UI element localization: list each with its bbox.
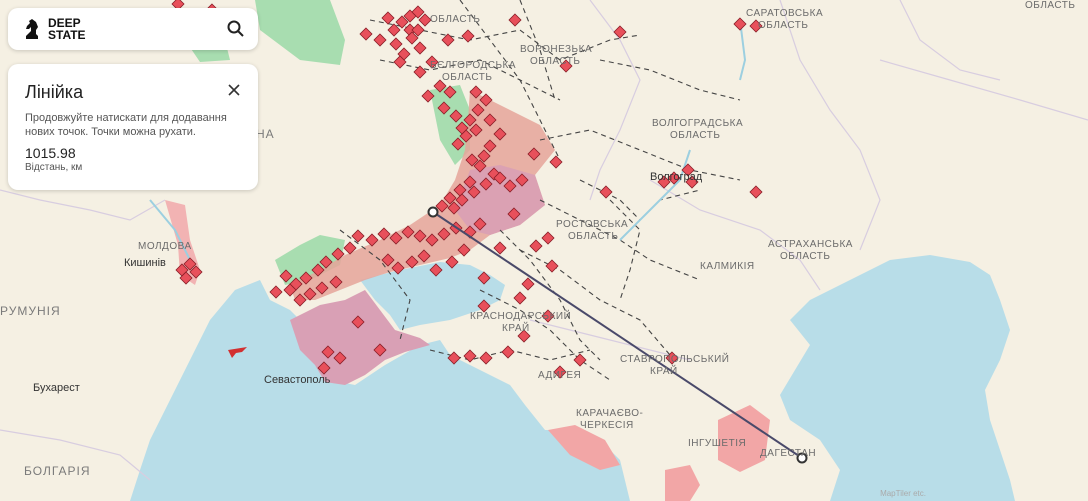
chess-knight-logo-icon xyxy=(26,19,38,39)
svg-text:ОБЛАСТЬ: ОБЛАСТЬ xyxy=(568,231,618,242)
svg-text:ОБЛАСТЬ: ОБЛАСТЬ xyxy=(530,56,580,67)
svg-text:КРАСНОДАРСЬКИЙ: КРАСНОДАРСЬКИЙ xyxy=(470,309,571,322)
svg-text:БЄЛГОРОДСЬКА: БЄЛГОРОДСЬКА xyxy=(430,60,516,71)
app-logo[interactable]: DEEP STATE xyxy=(48,17,86,41)
header-panel: DEEP STATE xyxy=(8,8,258,50)
svg-text:КРАЙ: КРАЙ xyxy=(502,321,530,334)
svg-text:МОЛДОВА: МОЛДОВА xyxy=(138,241,192,252)
svg-text:ОБЛАСТЬ: ОБЛАСТЬ xyxy=(442,72,492,83)
svg-text:ОБЛАСТЬ: ОБЛАСТЬ xyxy=(670,130,720,141)
ruler-panel: Лінійка Продовжуйте натискати для додава… xyxy=(8,64,258,190)
svg-text:НА: НА xyxy=(256,127,275,141)
svg-text:Кишинів: Кишинів xyxy=(124,257,166,269)
svg-text:КАЛМИКІЯ: КАЛМИКІЯ xyxy=(700,261,755,272)
ruler-distance-label: Відстань, км xyxy=(25,162,83,173)
svg-text:ВОЛГОГРАДСЬКА: ВОЛГОГРАДСЬКА xyxy=(652,118,743,129)
search-icon[interactable] xyxy=(226,19,246,39)
ruler-distance-value: 1015.98 xyxy=(25,145,76,161)
svg-text:КАРАЧАЄВО-: КАРАЧАЄВО- xyxy=(576,408,643,419)
map-attribution[interactable]: MapTiler etc. xyxy=(880,489,926,498)
svg-text:ЧЕРКЕСІЯ: ЧЕРКЕСІЯ xyxy=(580,420,634,431)
svg-text:РУМУНІЯ: РУМУНІЯ xyxy=(0,304,61,318)
svg-text:Бухарест: Бухарест xyxy=(33,382,80,394)
ruler-hint: Продовжуйте натискати для додавання нови… xyxy=(25,112,227,138)
svg-text:ДАГЕСТАН: ДАГЕСТАН xyxy=(760,448,816,459)
svg-text:САРАТОВСЬКА: САРАТОВСЬКА xyxy=(746,8,823,19)
svg-text:РОСТОВСЬКА: РОСТОВСЬКА xyxy=(556,219,628,230)
svg-text:КРАЙ: КРАЙ xyxy=(650,364,678,377)
svg-text:ОБЛАСТЬ: ОБЛАСТЬ xyxy=(430,14,480,25)
svg-text:ВОРОНЕЗЬКА: ВОРОНЕЗЬКА xyxy=(520,44,592,55)
svg-text:ІНГУШЕТІЯ: ІНГУШЕТІЯ xyxy=(688,438,746,449)
svg-text:АСТРАХАНСЬКА: АСТРАХАНСЬКА xyxy=(768,239,853,250)
svg-text:ОБЛАСТЬ: ОБЛАСТЬ xyxy=(758,20,808,31)
svg-text:БОЛГАРІЯ: БОЛГАРІЯ xyxy=(24,464,91,478)
logo-line2: STATE xyxy=(48,28,86,42)
ruler-start-point[interactable] xyxy=(427,206,439,218)
svg-text:АДИГЕЯ: АДИГЕЯ xyxy=(538,370,581,381)
svg-text:Волгоград: Волгоград xyxy=(650,171,703,183)
svg-text:ОБЛАСТЬ: ОБЛАСТЬ xyxy=(1025,0,1075,11)
svg-text:ОБЛАСТЬ: ОБЛАСТЬ xyxy=(780,251,830,262)
ruler-title: Лінійка xyxy=(25,82,84,102)
close-icon[interactable] xyxy=(226,82,242,98)
svg-text:Севастополь: Севастополь xyxy=(264,374,331,386)
svg-text:СТАВРОПОЛЬСЬКИЙ: СТАВРОПОЛЬСЬКИЙ xyxy=(620,352,729,365)
